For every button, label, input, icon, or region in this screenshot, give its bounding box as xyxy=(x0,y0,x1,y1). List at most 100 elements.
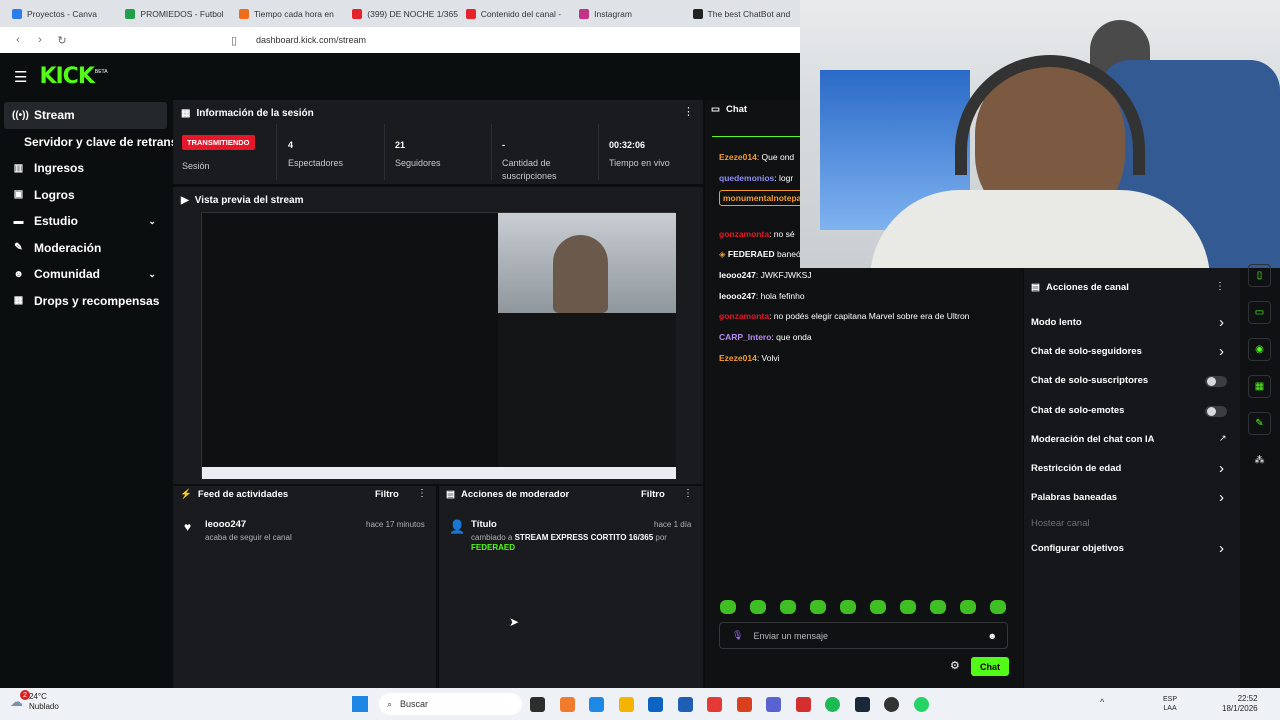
toggle-switch[interactable] xyxy=(1205,376,1227,387)
chat-username[interactable]: quedemonios xyxy=(719,173,774,183)
channel-action-6[interactable]: Palabras baneadas xyxy=(1031,492,1117,503)
channel-action-4[interactable]: Moderación del chat con IA xyxy=(1031,434,1155,445)
chat-input[interactable]: 🎙 Enviar un mensaje ☻ xyxy=(719,622,1008,649)
copilot-icon[interactable] xyxy=(559,697,575,712)
phone-icon[interactable]: ▯ xyxy=(1248,264,1271,287)
weather-widget[interactable]: ☁ 24°C Nublado xyxy=(10,692,59,712)
activity-user[interactable]: leooo247 xyxy=(205,519,246,530)
channel-action-5[interactable]: Restricción de edad xyxy=(1031,463,1121,474)
reload-icon[interactable]: ↻ xyxy=(54,34,70,47)
steam-icon[interactable] xyxy=(854,697,870,712)
external-link-icon[interactable]: ↗ xyxy=(1219,433,1227,444)
forward-icon[interactable]: › xyxy=(32,34,48,46)
browser-tab[interactable]: The best ChatBot and xyxy=(687,0,800,27)
chrome-icon[interactable] xyxy=(707,697,722,712)
chat-username[interactable]: gonzamonta xyxy=(719,311,769,321)
emote-icon[interactable] xyxy=(900,600,916,614)
emoji-icon[interactable]: ☻ xyxy=(988,631,997,641)
browser-tab[interactable]: Contenido del canal - xyxy=(460,0,573,27)
chat-settings-icon[interactable]: ⚙ xyxy=(950,659,960,672)
clock[interactable]: 22:52 18/1/2026 xyxy=(1222,694,1258,714)
chat-username[interactable]: leooo247 xyxy=(719,291,756,301)
browser-tab[interactable]: (399) DE NOCHE 1/365 xyxy=(346,0,459,27)
chat-username[interactable]: Ezeze014 xyxy=(719,353,757,363)
browser-tab[interactable]: Tiempo cada hora en xyxy=(233,0,346,27)
channel-action-8[interactable]: Configurar objetivos xyxy=(1031,543,1124,554)
sidebar-item-moderación[interactable]: ✎ Moderación xyxy=(0,235,170,262)
chat-username[interactable]: CARP_Intero xyxy=(719,332,771,342)
modactions-filter-button[interactable]: Filtro xyxy=(641,489,665,500)
stream-preview[interactable] xyxy=(201,212,676,479)
chevron-right-icon[interactable]: › xyxy=(1219,540,1224,557)
chevron-down-icon[interactable]: ⌄ xyxy=(148,269,156,280)
emote-icon[interactable] xyxy=(870,600,886,614)
channel-action-3[interactable]: Chat de solo-emotes xyxy=(1031,405,1124,416)
url-text[interactable]: dashboard.kick.com/stream xyxy=(256,35,366,45)
chat-username[interactable]: FEDERAED xyxy=(728,249,775,259)
chat-username[interactable]: leooo247 xyxy=(719,270,756,280)
folder-icon[interactable] xyxy=(618,697,634,712)
menu-icon[interactable]: ☰ xyxy=(14,68,27,86)
wrench-button-icon[interactable]: ✎ xyxy=(1248,412,1271,435)
chevron-right-icon[interactable]: › xyxy=(1219,343,1224,360)
activity-filter-button[interactable]: Filtro xyxy=(375,489,399,500)
teams-icon[interactable] xyxy=(766,697,781,712)
flash-icon[interactable] xyxy=(795,697,811,712)
chat-username[interactable]: gonzamonta xyxy=(719,229,769,239)
modaction-actor[interactable]: FEDERAED xyxy=(471,543,515,552)
language-indicator[interactable]: ESP LAA xyxy=(1163,695,1177,713)
chat-username[interactable]: monumentalnotepa xyxy=(723,193,801,203)
sidebar-item-ingresos[interactable]: ▥ Ingresos xyxy=(0,155,170,182)
emote-icon[interactable] xyxy=(990,600,1006,614)
windows-start-icon[interactable] xyxy=(352,696,368,712)
browser-tab[interactable]: Instagram xyxy=(573,0,686,27)
obs-icon[interactable] xyxy=(884,697,899,712)
channel-action-1[interactable]: Chat de solo-seguidores xyxy=(1031,346,1142,357)
layout-icon[interactable]: ▦ xyxy=(1248,375,1271,398)
emote-icon[interactable] xyxy=(720,600,736,614)
activity-menu-icon[interactable]: ⋮ xyxy=(417,488,427,499)
browser-tab[interactable]: PROMIEDOS - Futbol xyxy=(119,0,232,27)
mic-icon[interactable]: 🎙 xyxy=(732,630,743,641)
bookmark-icon[interactable]: ▯ xyxy=(226,34,242,47)
broadcast-button-icon[interactable]: ◉ xyxy=(1248,338,1271,361)
brave-icon[interactable] xyxy=(736,697,752,712)
chat-bubble-button-icon[interactable]: ▭ xyxy=(1248,301,1271,324)
sidebar-item-servidor[interactable]: Servidor y clave de retransm xyxy=(0,129,188,156)
browser-tab[interactable]: Proyectos - Canva xyxy=(6,0,119,27)
whatsapp-icon[interactable] xyxy=(913,697,929,712)
chat-username[interactable]: Ezeze014 xyxy=(719,152,757,162)
chevron-right-icon[interactable]: › xyxy=(1219,489,1224,506)
emote-icon[interactable] xyxy=(960,600,976,614)
users-button-icon[interactable]: ⁂ xyxy=(1248,449,1271,472)
sidebar-item-stream[interactable]: ((•)) Stream xyxy=(4,102,167,129)
sidebar-item-drops[interactable]: ▦ Drops y recompensas xyxy=(0,288,170,315)
tray-chevron-icon[interactable]: ^ xyxy=(1100,697,1104,707)
spotify-icon[interactable] xyxy=(825,697,840,712)
session-menu-icon[interactable]: ⋮ xyxy=(683,105,694,118)
edge-icon[interactable] xyxy=(589,697,604,712)
channel-action-0[interactable]: Modo lento xyxy=(1031,317,1082,328)
chevron-right-icon[interactable]: › xyxy=(1219,460,1224,477)
toggle-switch[interactable] xyxy=(1205,406,1227,417)
emote-icon[interactable] xyxy=(810,600,826,614)
terminal-icon[interactable] xyxy=(530,697,545,712)
chevron-right-icon[interactable]: › xyxy=(1219,314,1224,331)
sidebar-item-logros[interactable]: ▣ Logros xyxy=(0,182,170,209)
chat-send-button[interactable]: Chat xyxy=(971,657,1009,676)
outlook-icon[interactable] xyxy=(648,697,663,712)
sidebar-item-estudio[interactable]: ▬ Estudio ⌄ xyxy=(0,208,170,235)
emote-icon[interactable] xyxy=(780,600,796,614)
kick-logo[interactable]: KICK xyxy=(39,64,94,89)
modactions-menu-icon[interactable]: ⋮ xyxy=(683,488,693,499)
channel-actions-menu-icon[interactable]: ⋮ xyxy=(1215,281,1225,292)
emote-icon[interactable] xyxy=(750,600,766,614)
taskbar-search[interactable]: ⌕ Buscar xyxy=(379,693,522,715)
sidebar-item-comunidad[interactable]: ☻ Comunidad ⌄ xyxy=(0,261,170,288)
back-icon[interactable]: ‹ xyxy=(10,34,26,46)
emote-icon[interactable] xyxy=(930,600,946,614)
chevron-down-icon[interactable]: ⌄ xyxy=(148,216,156,227)
channel-action-2[interactable]: Chat de solo-suscriptores xyxy=(1031,375,1148,386)
emote-icon[interactable] xyxy=(840,600,856,614)
store-icon[interactable] xyxy=(677,697,693,712)
